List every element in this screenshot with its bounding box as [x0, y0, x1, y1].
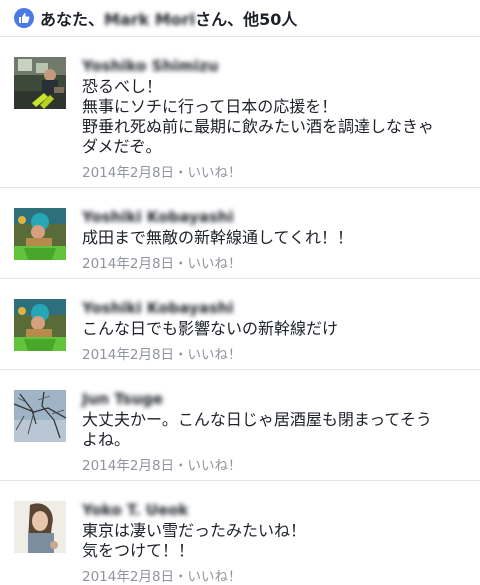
comment-item: Yoshiki Kobayashi 成田まで無敵の新幹線通してくれ！！ 2014…: [0, 188, 480, 279]
comment-line: 東京は凄い雪だったみたいね！: [82, 521, 307, 540]
comment-line: 野垂れ死ぬ前に最期に飲みたい酒を調達しなきゃ: [82, 117, 435, 136]
comment-meta: 2014年2月8日・いいね！: [82, 161, 466, 181]
avatar[interactable]: [14, 57, 66, 109]
meta-separator: ・: [174, 569, 188, 585]
like-link[interactable]: いいね！: [188, 569, 242, 585]
comment-author[interactable]: Yoko T. Ueok: [82, 501, 466, 519]
avatar[interactable]: [14, 501, 66, 553]
comment-meta: 2014年2月8日・いいね！: [82, 252, 466, 272]
comment-line: 恐るべし！: [82, 77, 163, 96]
comment-item: Yoshiko Shimizu 恐るべし！ 無事にソチに行って日本の応援を！ 野…: [0, 37, 480, 188]
comment-date[interactable]: 2014年2月8日: [82, 458, 174, 474]
comment-line: 気をつけて！！: [82, 541, 195, 560]
comment-date[interactable]: 2014年2月8日: [82, 569, 174, 585]
comment-date[interactable]: 2014年2月8日: [82, 256, 174, 272]
meta-separator: ・: [174, 458, 188, 474]
comment-author[interactable]: Yoshiki Kobayashi: [82, 208, 466, 226]
like-link[interactable]: いいね！: [188, 458, 242, 474]
like-link[interactable]: いいね！: [188, 347, 242, 363]
like-link[interactable]: いいね！: [188, 256, 242, 272]
comment-text: こんな日でも影響ないの新幹線だけ: [82, 319, 466, 339]
comment-text: 恐るべし！ 無事にソチに行って日本の応援を！ 野垂れ死ぬ前に最期に飲みたい酒を調…: [82, 77, 466, 157]
comment-line: 無事にソチに行って日本の応援を！: [82, 97, 338, 116]
avatar[interactable]: [14, 390, 66, 442]
comment-line: 大丈夫かー。こんな日じゃ居酒屋も閉まってそう: [82, 410, 432, 429]
thumbs-up-icon: [14, 8, 34, 28]
comment-line: よね。: [82, 430, 131, 449]
likes-summary-bar[interactable]: あなた、Mark Moriさん、他50人: [0, 0, 480, 37]
avatar[interactable]: [14, 208, 66, 260]
comment-line: 成田まで無敵の新幹線通してくれ！！: [82, 228, 354, 247]
meta-separator: ・: [174, 347, 188, 363]
comment-line: こんな日でも影響ないの新幹線だけ: [82, 319, 339, 338]
comment-author[interactable]: Yoshiki Kobayashi: [82, 299, 466, 317]
meta-separator: ・: [174, 165, 188, 181]
comment-line: ダメだぞ。: [82, 137, 162, 156]
avatar[interactable]: [14, 299, 66, 351]
likes-summary-text: あなた、Mark Moriさん、他50人: [40, 6, 297, 30]
likes-prefix: あなた、: [40, 10, 105, 29]
comment-text: 大丈夫かー。こんな日じゃ居酒屋も閉まってそう よね。: [82, 410, 466, 450]
likes-names: Mark Mori: [104, 10, 196, 29]
like-link[interactable]: いいね！: [188, 165, 242, 181]
comment-meta: 2014年2月8日・いいね！: [82, 343, 466, 363]
comment-text: 成田まで無敵の新幹線通してくれ！！: [82, 228, 466, 248]
likes-suffix: さん、他50人: [195, 10, 298, 29]
comment-author[interactable]: Yoshiko Shimizu: [82, 57, 466, 75]
comment-item: Jun Tsuge 大丈夫かー。こんな日じゃ居酒屋も閉まってそう よね。 201…: [0, 370, 480, 481]
comment-item: Yoko T. Ueok 東京は凄い雪だったみたいね！ 気をつけて！！ 2014…: [0, 481, 480, 585]
comment-date[interactable]: 2014年2月8日: [82, 165, 174, 181]
comment-author[interactable]: Jun Tsuge: [82, 390, 466, 408]
comment-meta: 2014年2月8日・いいね！: [82, 565, 466, 585]
comment-text: 東京は凄い雪だったみたいね！ 気をつけて！！: [82, 521, 466, 561]
comment-date[interactable]: 2014年2月8日: [82, 347, 174, 363]
comment-item: Yoshiki Kobayashi こんな日でも影響ないの新幹線だけ 2014年…: [0, 279, 480, 370]
comments-list: Yoshiko Shimizu 恐るべし！ 無事にソチに行って日本の応援を！ 野…: [0, 37, 480, 585]
comment-meta: 2014年2月8日・いいね！: [82, 454, 466, 474]
meta-separator: ・: [174, 256, 188, 272]
